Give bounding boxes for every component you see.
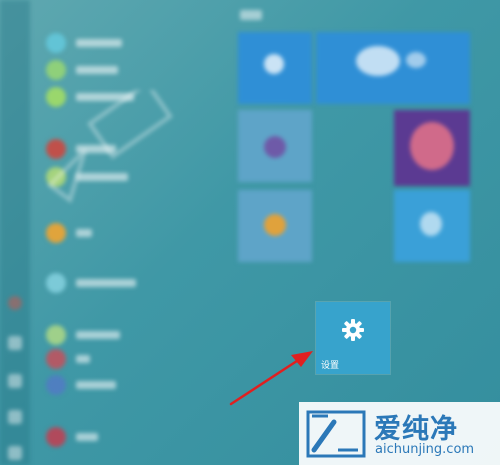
list-item[interactable] [40,425,230,449]
documents-icon[interactable] [8,336,22,350]
app-label [76,331,120,339]
app-icon [46,60,66,80]
pictures-icon[interactable] [8,374,22,388]
list-item[interactable] [40,58,230,82]
faint-watermark-logo [46,90,173,204]
app-label [76,355,90,363]
tile-group-header [240,10,262,20]
app-label [76,381,116,389]
mail-icon [264,54,284,74]
app-label [76,39,122,47]
tile-mail[interactable] [238,32,312,104]
app-icon [46,325,66,345]
app-icon [46,427,66,447]
app-label [76,433,98,441]
tile-weather[interactable] [316,32,470,104]
watermark-brand: 爱纯净 [374,414,458,445]
app-tile-icon [264,136,286,158]
settings-icon[interactable] [8,410,22,424]
app-icon [46,349,66,369]
list-item[interactable] [40,221,230,245]
app-label [76,229,92,237]
browser-icon [420,212,442,236]
tile-edge[interactable] [394,190,470,262]
tile-app[interactable] [238,110,312,182]
settings-tile-label: 设置 [321,361,340,371]
weather-icon-secondary [406,52,426,68]
game-tile-icon [410,122,454,170]
list-item[interactable] [40,271,230,295]
app-icon [46,273,66,293]
app-label [76,66,118,74]
app-icon [46,223,66,243]
list-item[interactable] [40,373,230,397]
app-icon [46,375,66,395]
app-label [76,279,136,287]
weather-icon [356,46,400,76]
brand-logo-mark [306,410,366,458]
watermark-url: aichunjing.com [375,442,475,457]
tile-photos[interactable] [238,190,312,262]
list-item[interactable] [40,31,230,55]
annotation-arrow [229,351,313,406]
tile-game[interactable] [394,110,470,186]
list-item[interactable] [40,323,230,347]
list-item[interactable] [40,347,230,371]
power-icon[interactable] [8,446,22,460]
app-icon [46,33,66,53]
start-menu-sidebar [0,0,30,465]
gear-icon [342,319,364,341]
settings-tile[interactable]: 设置 [316,302,390,374]
watermark-logo: 爱纯净 aichunjing.com [299,402,500,465]
user-icon[interactable] [8,296,22,310]
photos-icon [264,214,286,236]
